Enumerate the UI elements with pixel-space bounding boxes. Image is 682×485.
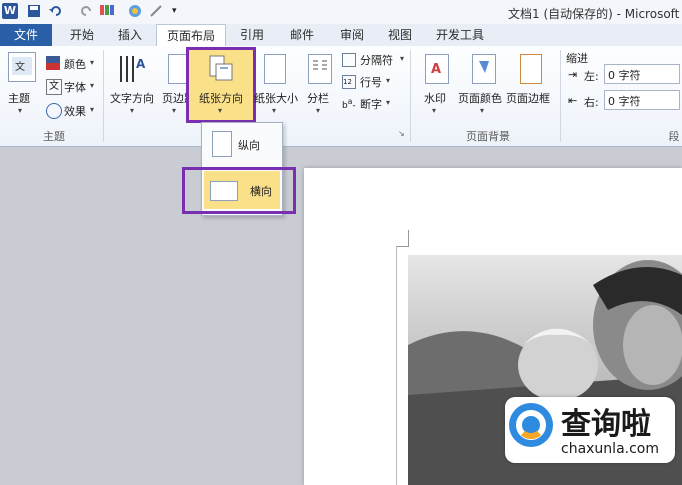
columns-icon[interactable] bbox=[308, 54, 332, 84]
group-separator bbox=[410, 50, 411, 142]
page-color-arrow[interactable]: ▾ bbox=[480, 106, 484, 115]
save-icon[interactable] bbox=[26, 3, 42, 19]
group-separator bbox=[560, 50, 561, 142]
svg-text:文: 文 bbox=[15, 60, 25, 73]
colors-label: 颜色 bbox=[64, 58, 86, 71]
watermark-label[interactable]: 水印 bbox=[424, 90, 446, 106]
clear-format-icon[interactable] bbox=[148, 3, 164, 19]
indent-right-value: 0 字符 bbox=[608, 95, 641, 108]
tab-developer[interactable]: 开发工具 bbox=[428, 24, 492, 46]
site-logo: 查询啦 chaxunla.com bbox=[505, 397, 675, 463]
effects-icon bbox=[46, 103, 62, 119]
svg-text:A: A bbox=[136, 57, 146, 71]
theme-icon: 文 bbox=[8, 52, 36, 82]
indent-right-label: 右: bbox=[584, 96, 599, 109]
text-direction-icon[interactable]: A bbox=[116, 52, 146, 86]
breaks-label: 分隔符 bbox=[360, 54, 393, 67]
theme-label: 主题 bbox=[8, 92, 30, 105]
page-color-label[interactable]: 页面颜色 bbox=[458, 90, 502, 106]
ribbon: 文 主题 ▾ 颜色 ▾ 文 字体 ▾ 效果 ▾ 主题 A 文字方向 ▾ 页边距 … bbox=[0, 46, 682, 147]
page-background-group-label: 页面背景 bbox=[466, 130, 510, 143]
theme-button[interactable]: 文 bbox=[6, 52, 38, 92]
breaks-icon bbox=[342, 53, 356, 67]
paragraph-group-label: 段 bbox=[668, 130, 680, 143]
indent-right-input[interactable]: 0 字符 bbox=[604, 90, 680, 110]
columns-label[interactable]: 分栏 bbox=[307, 90, 329, 106]
watermark-icon[interactable]: A bbox=[425, 54, 449, 84]
page-setup-launcher-icon[interactable]: ↘ bbox=[398, 129, 405, 138]
page-borders-icon[interactable] bbox=[520, 54, 542, 84]
logo-q-icon bbox=[509, 403, 553, 447]
landscape-highlight-box bbox=[182, 167, 296, 214]
indent-left-value: 0 字符 bbox=[608, 69, 641, 82]
title-bar: W ▾ 文档1 (自动保存的) - Microsoft W bbox=[0, 0, 682, 25]
portrait-label: 纵向 bbox=[238, 139, 260, 152]
indent-right-icon: ⇤ bbox=[568, 94, 578, 107]
page-size-arrow[interactable]: ▾ bbox=[272, 106, 276, 115]
effects-arrow: ▾ bbox=[90, 105, 95, 114]
hyphenation-arrow: ▾ bbox=[386, 98, 391, 107]
tab-home[interactable]: 开始 bbox=[60, 24, 104, 46]
page-borders-label[interactable]: 页面边框 bbox=[506, 90, 550, 106]
margin-guide-line bbox=[396, 246, 397, 485]
text-direction-arrow[interactable]: ▾ bbox=[130, 106, 134, 115]
format-painter-icon[interactable] bbox=[98, 3, 114, 19]
hyphenation-icon: ba- bbox=[342, 97, 356, 111]
fonts-arrow: ▾ bbox=[90, 81, 95, 90]
color-wheel-icon[interactable] bbox=[127, 3, 143, 19]
undo-icon[interactable] bbox=[48, 3, 64, 19]
ribbon-tab-row: 文件 开始 插入 页面布局 引用 邮件 审阅 视图 开发工具 bbox=[0, 24, 682, 47]
colors-icon bbox=[46, 56, 60, 70]
colors-arrow: ▾ bbox=[90, 58, 95, 67]
page-size-label[interactable]: 纸张大小 bbox=[254, 90, 298, 106]
orientation-icon bbox=[208, 54, 234, 84]
indent-left-input[interactable]: 0 字符 bbox=[604, 64, 680, 84]
tab-view[interactable]: 视图 bbox=[378, 24, 422, 46]
tab-references[interactable]: 引用 bbox=[230, 24, 274, 46]
word-app-icon[interactable]: W bbox=[2, 3, 18, 19]
columns-arrow[interactable]: ▾ bbox=[316, 106, 320, 115]
line-numbers-arrow: ▾ bbox=[386, 76, 391, 85]
portrait-page-icon bbox=[212, 131, 232, 157]
fonts-label: 字体 bbox=[64, 81, 86, 94]
theme-group-label: 主题 bbox=[43, 130, 65, 143]
watermark-arrow[interactable]: ▾ bbox=[432, 106, 436, 115]
orientation-label: 纸张方向 bbox=[199, 92, 243, 105]
window-title: 文档1 (自动保存的) - Microsoft W bbox=[508, 7, 682, 21]
effects-label: 效果 bbox=[64, 105, 86, 118]
group-separator bbox=[103, 50, 104, 142]
menu-item-portrait[interactable]: 纵向 bbox=[206, 129, 278, 161]
indent-heading: 缩进 bbox=[566, 52, 588, 65]
svg-text:A: A bbox=[431, 62, 441, 77]
tab-review[interactable]: 审阅 bbox=[330, 24, 374, 46]
redo-icon[interactable] bbox=[78, 3, 94, 19]
indent-left-icon: ⇥ bbox=[568, 68, 578, 81]
tab-insert[interactable]: 插入 bbox=[108, 24, 152, 46]
customize-toolbar-icon[interactable]: ▾ bbox=[172, 3, 188, 19]
tab-page-layout[interactable]: 页面布局 bbox=[156, 24, 226, 47]
line-numbers-label: 行号 bbox=[360, 76, 382, 89]
tab-file[interactable]: 文件 bbox=[0, 24, 52, 46]
theme-dropdown-arrow[interactable]: ▾ bbox=[18, 106, 22, 115]
tab-mailings[interactable]: 邮件 bbox=[280, 24, 324, 46]
logo-url-text: chaxunla.com bbox=[561, 441, 659, 457]
margin-corner-marker bbox=[396, 230, 409, 247]
logo-cn-text: 查询啦 bbox=[561, 407, 651, 442]
indent-left-label: 左: bbox=[584, 70, 599, 83]
page-size-icon[interactable] bbox=[264, 54, 286, 84]
line-numbers-icon: 12 bbox=[342, 75, 356, 89]
breaks-arrow: ▾ bbox=[400, 54, 405, 63]
page-color-icon[interactable] bbox=[472, 54, 496, 84]
text-direction-label[interactable]: 文字方向 bbox=[110, 90, 154, 106]
orientation-arrow: ▾ bbox=[218, 106, 223, 115]
hyphenation-label: 断字 bbox=[360, 98, 382, 111]
margins-arrow[interactable]: ▾ bbox=[172, 106, 176, 115]
fonts-icon: 文 bbox=[46, 79, 62, 95]
